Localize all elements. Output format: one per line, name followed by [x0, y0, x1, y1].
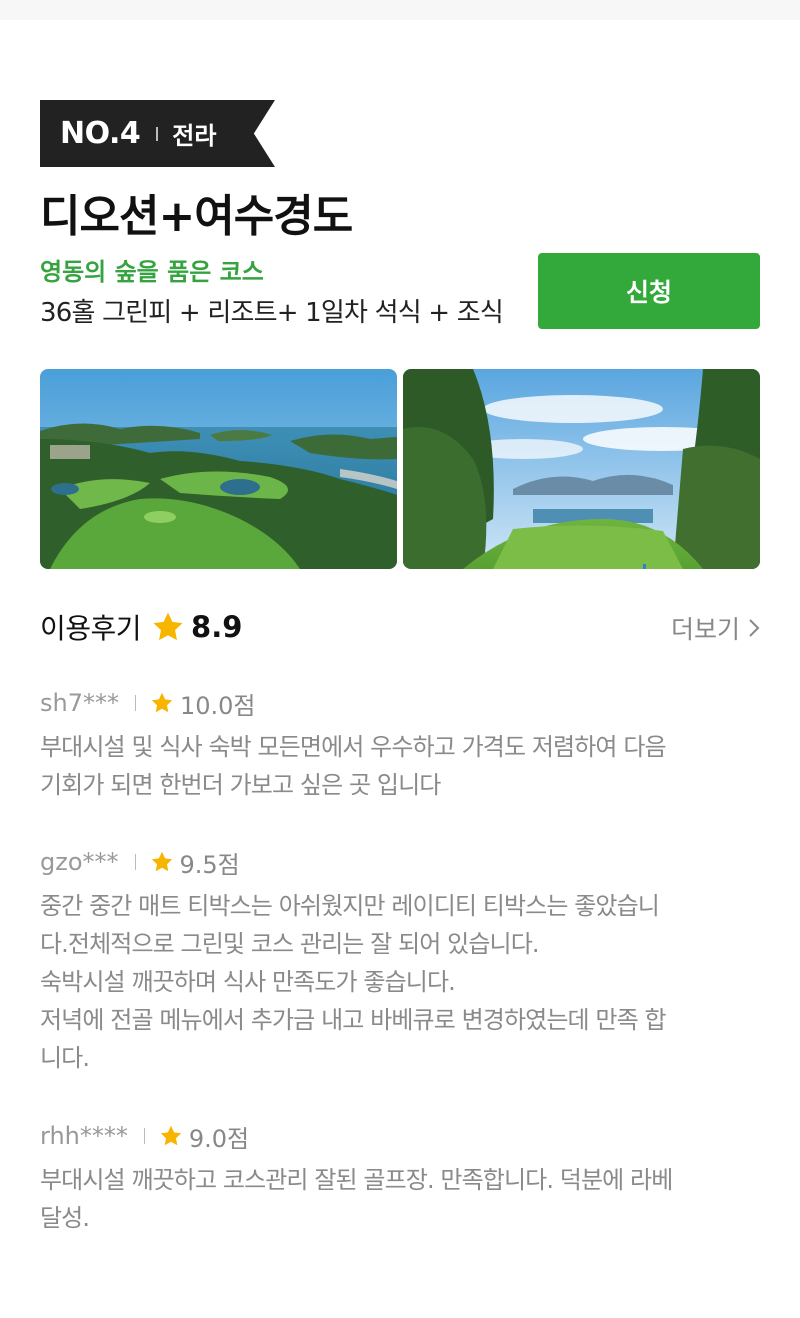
more-reviews-link[interactable]: 더보기 [671, 610, 760, 646]
review-item: sh7*** 10.0점 부대시설 및 식사 숙박 모든면에서 우수하고 가격도… [40, 686, 760, 804]
reviews-average-score: 8.9 [191, 610, 243, 644]
review-item: rhh**** 9.0점 부대시설 깨끗하고 코스관리 잘된 골프장. 만족합니… [40, 1119, 760, 1237]
review-text: 부대시설 및 식사 숙박 모든면에서 우수하고 가격도 저렴하여 다음 기회가 … [40, 733, 667, 799]
review-score: 9.0점 [188, 1124, 250, 1153]
review-meta: sh7*** 10.0점 [40, 686, 760, 720]
star-icon [153, 612, 183, 641]
reviews-title: 이용후기 [40, 612, 142, 645]
course-photo-teebox-image [403, 369, 760, 569]
star-icon [160, 1125, 182, 1146]
reviews-header: 이용후기 8.9 [40, 607, 242, 647]
review-meta: gzo*** 9.5점 [40, 845, 760, 879]
course-tagline: 영동의 숲을 품은 코스 [40, 258, 264, 286]
chevron-right-icon [749, 619, 760, 637]
review-divider [134, 695, 136, 711]
review-user: rhh**** [40, 1122, 128, 1150]
review-text: 중간 중간 매트 티박스는 아쉬웠지만 레이디티 티박스는 좋았습니 다.전체적… [40, 892, 667, 1072]
star-icon [151, 692, 173, 713]
review-divider [143, 1128, 145, 1144]
star-icon [151, 851, 172, 872]
review-divider [134, 854, 136, 870]
course-package: 36홀 그린피 + 리조트+ 1일차 석식 + 조식 [40, 298, 504, 328]
review-user: sh7*** [40, 689, 119, 717]
more-reviews-label: 더보기 [670, 615, 740, 644]
apply-button[interactable]: 신청 [538, 253, 760, 329]
course-title: 디오션+여수경도 [40, 191, 353, 242]
rank-region: 전라 [172, 122, 217, 150]
top-strip [0, 0, 800, 20]
course-photo-aerial-image [40, 369, 397, 569]
review-score: 10.0점 [179, 691, 256, 720]
review-text: 부대시설 깨끗하고 코스관리 잘된 골프장. 만족합니다. 덕분에 라베 달성. [40, 1166, 673, 1232]
course-photo-aerial[interactable] [40, 369, 397, 569]
rank-number: NO.4 [60, 116, 141, 151]
review-user: gzo*** [40, 848, 119, 876]
rank-divider [156, 126, 159, 141]
review-meta: rhh**** 9.0점 [40, 1119, 760, 1153]
review-score: 9.5점 [179, 850, 240, 879]
review-item: gzo*** 9.5점 중간 중간 매트 티박스는 아쉬웠지만 레이디티 티박스… [40, 845, 760, 1077]
rank-banner: NO.4 전라 [40, 100, 275, 167]
course-photo-teebox[interactable] [403, 369, 760, 569]
